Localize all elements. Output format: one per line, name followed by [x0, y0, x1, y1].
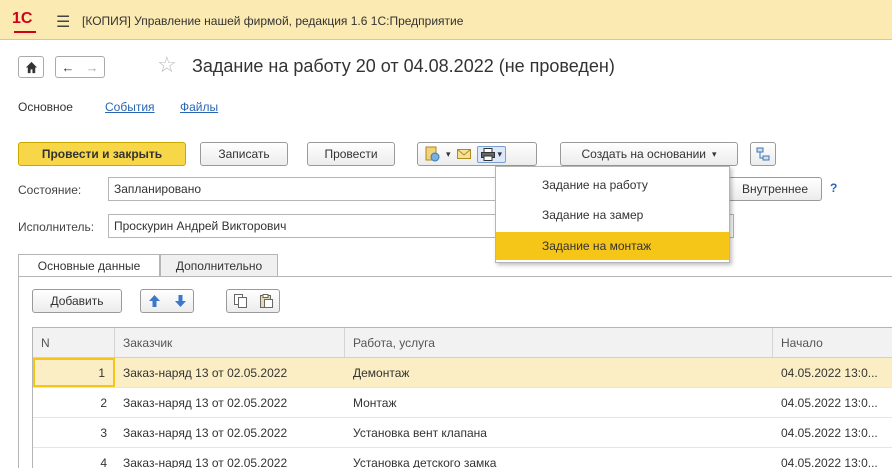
cell-start[interactable]: 04.05.2022 13:0... — [773, 418, 892, 447]
cell-work[interactable]: Монтаж — [345, 388, 773, 417]
executor-field[interactable]: Проскурин Андрей Викторович — [108, 214, 498, 238]
table-row[interactable]: 4 Заказ-наряд 13 от 02.05.2022 Установка… — [33, 448, 892, 468]
favorite-star-icon[interactable]: ☆ — [157, 52, 177, 78]
menu-icon[interactable]: ☰ — [56, 12, 70, 32]
cell-start[interactable]: 04.05.2022 13:0... — [773, 358, 892, 387]
post-and-close-button[interactable]: Провести и закрыть — [18, 142, 186, 166]
mail-icon[interactable] — [456, 148, 471, 160]
move-up-icon[interactable] — [148, 295, 160, 307]
cell-customer[interactable]: Заказ-наряд 13 от 02.05.2022 — [115, 388, 345, 417]
create-based-on-button[interactable]: Создать на основании ▾ — [560, 142, 738, 166]
cell-start[interactable]: 04.05.2022 13:0... — [773, 448, 892, 468]
structure-button[interactable] — [750, 142, 776, 166]
report-icon[interactable] — [424, 146, 440, 162]
clipboard-buttons — [226, 289, 280, 313]
print-button[interactable]: ▾ — [476, 145, 507, 163]
table-row[interactable]: 3 Заказ-наряд 13 от 02.05.2022 Установка… — [33, 418, 892, 448]
cell-work[interactable]: Демонтаж — [345, 358, 773, 387]
cell-n[interactable]: 2 — [33, 388, 115, 417]
work-table: N Заказчик Работа, услуга Начало 1 Заказ… — [32, 327, 892, 468]
executor-label: Исполнитель: — [18, 220, 95, 234]
type-field[interactable]: Внутреннее — [728, 177, 822, 201]
chevron-down-icon: ▾ — [711, 148, 717, 159]
document-title: Задание на работу 20 от 04.08.2022 (не п… — [192, 56, 615, 76]
app-logo: 1С — [12, 10, 33, 27]
print-menu: Задание на работу Задание на замер Задан… — [495, 166, 730, 263]
hierarchy-icon — [756, 147, 770, 161]
table-row[interactable]: 1 Заказ-наряд 13 от 02.05.2022 Демонтаж … — [33, 358, 892, 388]
tab-files[interactable]: Файлы — [180, 100, 218, 114]
menu-item-work-order[interactable]: Задание на работу — [496, 171, 729, 199]
help-icon[interactable]: ? — [830, 181, 837, 195]
state-label: Состояние: — [18, 183, 82, 197]
cell-start[interactable]: 04.05.2022 13:0... — [773, 388, 892, 417]
home-icon — [25, 61, 37, 73]
table-header: N Заказчик Работа, услуга Начало — [33, 328, 892, 358]
subtab-additional[interactable]: Дополнительно — [160, 254, 278, 277]
cell-n[interactable]: 4 — [33, 448, 115, 468]
paste-icon[interactable] — [259, 294, 273, 308]
forward-button[interactable]: → — [86, 60, 99, 75]
cell-work[interactable]: Установка вент клапана — [345, 418, 773, 447]
copy-icon[interactable] — [233, 294, 247, 308]
move-buttons — [140, 289, 194, 313]
cell-customer[interactable]: Заказ-наряд 13 от 02.05.2022 — [115, 448, 345, 468]
create-based-on-label: Создать на основании — [581, 147, 706, 161]
cell-customer[interactable]: Заказ-наряд 13 от 02.05.2022 — [115, 358, 345, 387]
cell-customer[interactable]: Заказ-наряд 13 от 02.05.2022 — [115, 418, 345, 447]
post-button[interactable]: Провести — [307, 142, 395, 166]
chevron-down-icon: ▾ — [497, 148, 503, 159]
menu-item-measure-order[interactable]: Задание на замер — [496, 201, 729, 229]
window-title: [КОПИЯ] Управление нашей фирмой, редакци… — [82, 14, 464, 28]
history-nav: ← → — [55, 56, 105, 78]
state-field[interactable]: Запланировано — [108, 177, 498, 201]
menu-item-install-order[interactable]: Задание на монтаж — [496, 232, 729, 260]
table-row[interactable]: 2 Заказ-наряд 13 от 02.05.2022 Монтаж 04… — [33, 388, 892, 418]
attachments-group: ▾ ▾ — [417, 142, 537, 166]
cell-n[interactable]: 1 — [33, 358, 115, 387]
tab-events[interactable]: События — [105, 100, 155, 114]
column-header-start[interactable]: Начало — [773, 328, 892, 357]
printer-icon — [480, 147, 495, 161]
chevron-down-icon[interactable]: ▾ — [446, 149, 451, 160]
back-button[interactable]: ← — [62, 60, 75, 75]
save-button[interactable]: Записать — [200, 142, 288, 166]
move-down-icon[interactable] — [174, 295, 186, 307]
column-header-customer[interactable]: Заказчик — [115, 328, 345, 357]
add-row-button[interactable]: Добавить — [32, 289, 122, 313]
home-button[interactable] — [18, 56, 44, 78]
subtab-main-data[interactable]: Основные данные — [18, 254, 160, 277]
column-header-work[interactable]: Работа, услуга — [345, 328, 773, 357]
tab-main[interactable]: Основное — [18, 100, 73, 114]
cell-n[interactable]: 3 — [33, 418, 115, 447]
column-header-n[interactable]: N — [33, 328, 115, 357]
logo-underline — [14, 31, 36, 33]
cell-work[interactable]: Установка детского замка — [345, 448, 773, 468]
